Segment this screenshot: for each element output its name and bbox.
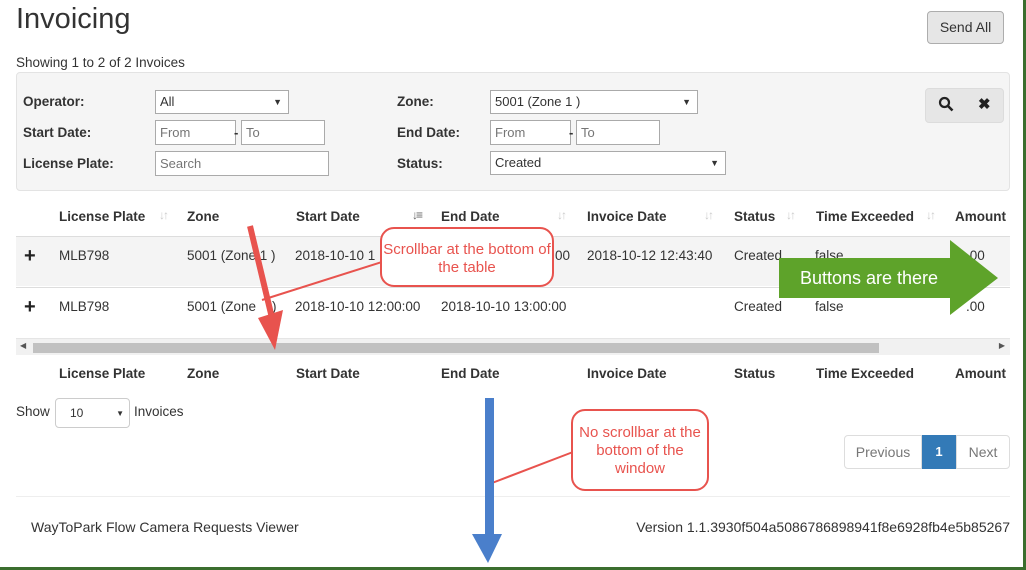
window-scrollbar-callout: No scrollbar at the bottom of the window (571, 409, 709, 491)
scrollbar-callout: Scrollbar at the bottom of the table (380, 227, 554, 287)
blue-arrow-head (472, 534, 502, 563)
callout-pointer-line (491, 451, 574, 484)
buttons-callout: Buttons are there (799, 268, 939, 288)
callout-pointer-line (261, 261, 383, 301)
red-arrow-head (258, 310, 283, 350)
blue-arrow-shaft (485, 398, 494, 538)
red-arrow-shaft (247, 225, 275, 319)
